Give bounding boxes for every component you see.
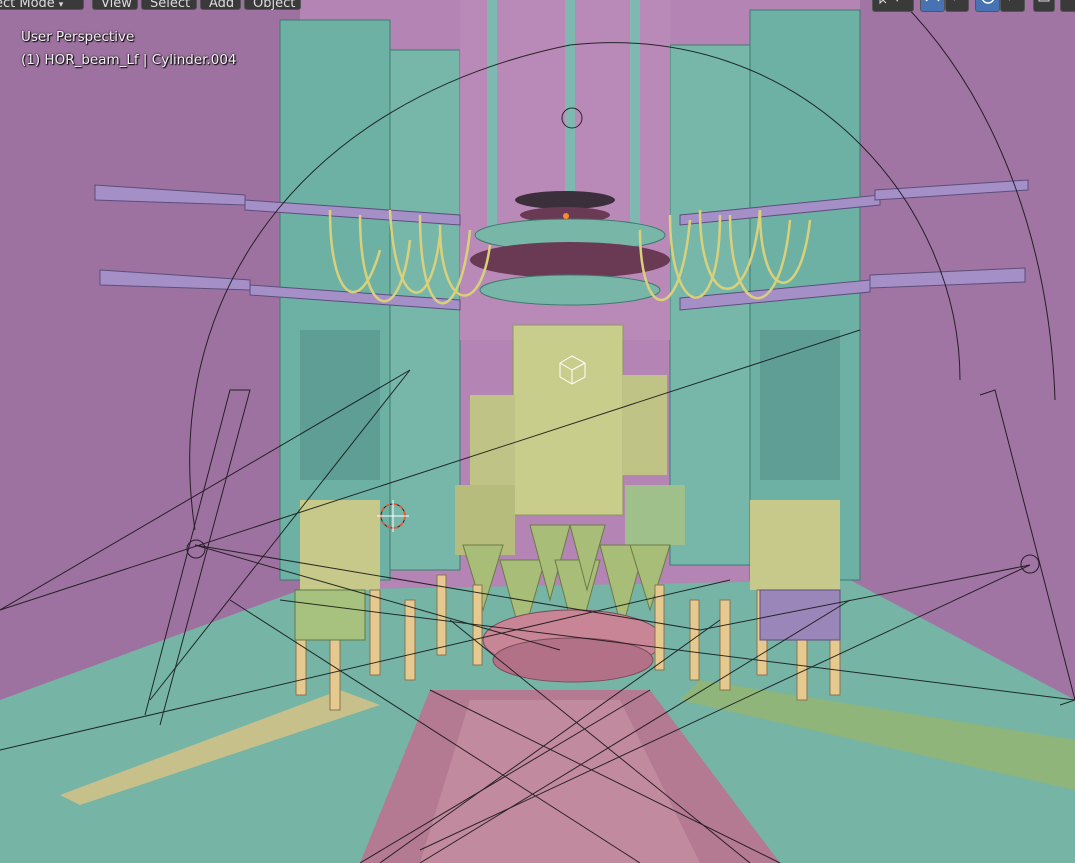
viewport-header: ect Mode▾ View Select Add Object ▾ ▾ ▾: [0, 0, 1075, 12]
right-machine: [759, 589, 841, 641]
select-menu[interactable]: Select: [141, 0, 197, 11]
svg-text:▾: ▾: [952, 0, 957, 4]
cursor-icon: ▾: [879, 0, 900, 5]
add-menu[interactable]: Add: [200, 0, 241, 11]
overlay-icon: [981, 0, 995, 4]
central-core: [455, 0, 685, 555]
selectability-button[interactable]: ▾: [872, 0, 914, 12]
view-menu[interactable]: View: [92, 0, 138, 11]
right-wall: [850, 0, 1075, 700]
overlay-toggle[interactable]: [975, 0, 1000, 12]
gizmo-toggle[interactable]: [920, 0, 945, 12]
3d-viewport[interactable]: ect Mode▾ View Select Add Object ▾ ▾ ▾ U…: [0, 0, 1075, 863]
object-menu[interactable]: Object: [244, 0, 301, 11]
chevron-down-icon: ▾: [952, 0, 957, 4]
viewport-scene[interactable]: [0, 0, 1075, 863]
view-icon: [1038, 0, 1050, 2]
mode-label: ect Mode: [0, 0, 55, 11]
shading-button[interactable]: [1060, 0, 1075, 12]
view-perspective-label: User Perspective: [21, 29, 135, 45]
xray-toggle[interactable]: [1033, 0, 1055, 12]
chevron-down-icon: ▾: [58, 0, 64, 10]
chevron-down-icon: ▾: [1007, 0, 1012, 4]
svg-text:▾: ▾: [1007, 0, 1012, 4]
gizmo-dropdown[interactable]: ▾: [945, 0, 969, 12]
origin-dot: [563, 213, 569, 219]
overlay-dropdown[interactable]: ▾: [1000, 0, 1025, 12]
curve-icon: [925, 0, 940, 2]
mode-dropdown[interactable]: ect Mode ▾: [0, 0, 84, 11]
svg-text:▾: ▾: [895, 0, 900, 5]
active-object-label: (1) HOR_beam_Lf | Cylinder.004: [21, 52, 237, 68]
left-machine: [294, 589, 366, 641]
